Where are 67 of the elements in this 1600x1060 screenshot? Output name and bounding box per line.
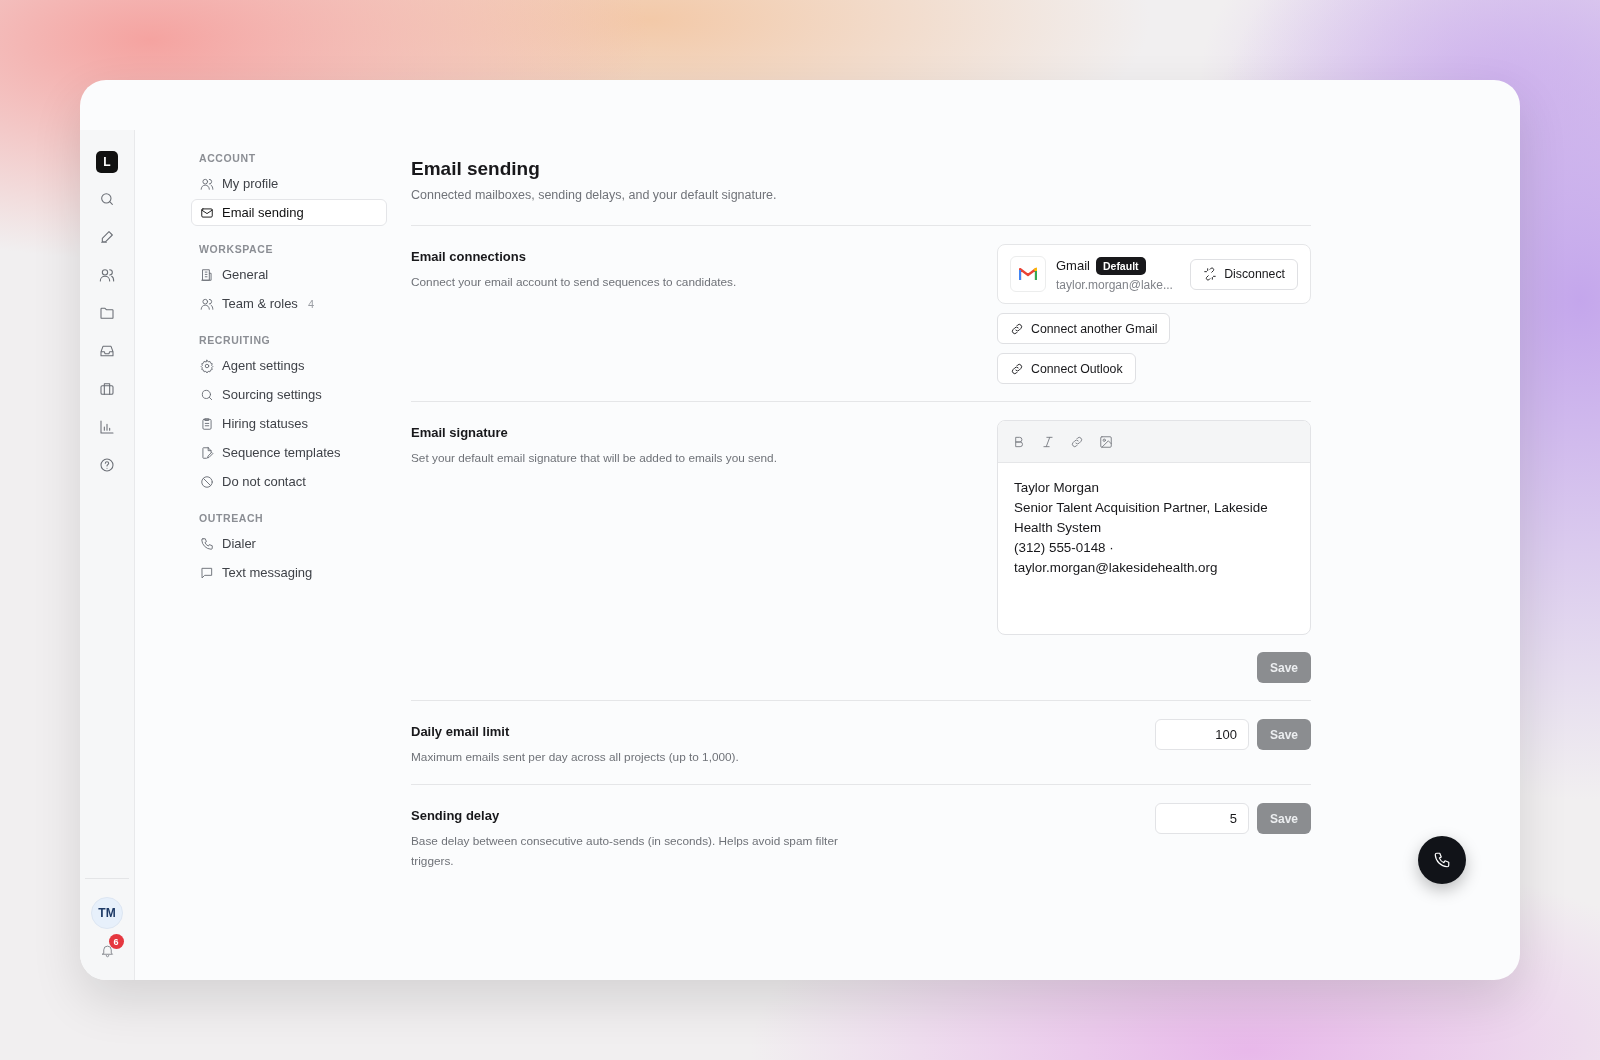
building-icon [200, 267, 214, 282]
nav-item[interactable]: Email sending [191, 199, 387, 226]
inbox-icon [99, 343, 115, 359]
section-title: Email connections [411, 249, 527, 264]
gear-icon [200, 358, 214, 373]
nav-heading: WORKSPACE [199, 243, 275, 255]
nav-item[interactable]: Sourcing settings [191, 381, 387, 408]
connect-button[interactable]: Connect another Gmail [997, 313, 1171, 344]
connect-button[interactable]: Connect Outlook [997, 353, 1136, 384]
link-icon [1010, 361, 1024, 376]
disconnect-button[interactable]: Disconnect [1190, 258, 1298, 290]
page-title: Email sending [411, 158, 541, 180]
nav-item[interactable]: My profile [191, 170, 387, 197]
section-title: Email signature [411, 425, 509, 440]
app-logo[interactable]: L [96, 151, 118, 173]
nav-item[interactable]: Dialer [191, 530, 387, 557]
section-description: Base delay between consecutive auto-sends (in seconds). Helps avoid spam filter triggers. [411, 833, 839, 870]
nav-item[interactable]: Do not contact [191, 468, 387, 495]
section-title: Sending delay [411, 808, 501, 824]
search-icon [99, 191, 115, 207]
briefcase-icon [99, 381, 115, 397]
bold-icon [1012, 434, 1026, 449]
phone-icon [1433, 851, 1451, 869]
unlink-icon [1203, 267, 1218, 281]
section-description: Connect your email account to send sequences to candidates. [411, 274, 737, 291]
section-description: Maximum emails sent per day across all projects (up to 1,000). [411, 749, 739, 766]
search-icon [200, 387, 214, 402]
clipboard-icon [200, 416, 214, 431]
page-subtitle: Connected mailboxes, sending delays, and your default signature. [411, 188, 778, 202]
ban-icon [200, 474, 214, 489]
nav-item[interactable]: Sequence templates [191, 439, 387, 466]
users-icon [99, 267, 115, 283]
bell-icon [99, 943, 115, 958]
image-icon [1099, 434, 1113, 449]
account-email: taylor.morgan@lake... [1056, 277, 1174, 292]
notification-badge: 6 [108, 934, 124, 949]
nav-item[interactable]: Hiring statuses [191, 410, 387, 437]
nav-item[interactable]: Agent settings [191, 352, 387, 379]
call-button[interactable] [1418, 836, 1466, 884]
nav-heading: RECRUITING [199, 334, 272, 346]
provider-name: Gmail [1056, 258, 1090, 273]
link-icon [1010, 321, 1024, 336]
italic-icon [1041, 434, 1055, 449]
help-icon [99, 457, 115, 473]
users-icon [200, 296, 214, 311]
signature-line: Taylor Morgan [1014, 479, 1100, 497]
signature-line: (312) 555-0148 · taylor.morgan@lakesidehealth.org [1014, 539, 1219, 577]
bar-chart-icon [99, 419, 115, 435]
chat-icon [200, 565, 214, 580]
nav-heading: OUTREACH [199, 512, 265, 524]
nav-item[interactable]: Text messaging [191, 559, 387, 586]
signature-line: Senior Talent Acquisition Partner, Lakeside Health System [1014, 499, 1269, 537]
mail-icon [200, 205, 214, 220]
nav-item[interactable]: Team & roles 4 [191, 290, 387, 317]
nav-item[interactable]: General [191, 261, 387, 288]
nav-heading: ACCOUNT [199, 152, 257, 164]
default-badge: Default [1095, 256, 1146, 275]
file-edit-icon [200, 445, 214, 460]
folder-icon [99, 305, 115, 321]
section-description: Set your default email signature that will be added to emails you send. [411, 450, 777, 467]
phone-icon [200, 536, 214, 551]
pencil-icon [99, 229, 115, 245]
gmail-logo-icon [1010, 256, 1046, 292]
user-avatar[interactable]: TM [91, 897, 123, 929]
section-title: Daily email limit [411, 724, 511, 739]
link-icon [1070, 434, 1084, 449]
member-count: 4 [307, 297, 314, 310]
